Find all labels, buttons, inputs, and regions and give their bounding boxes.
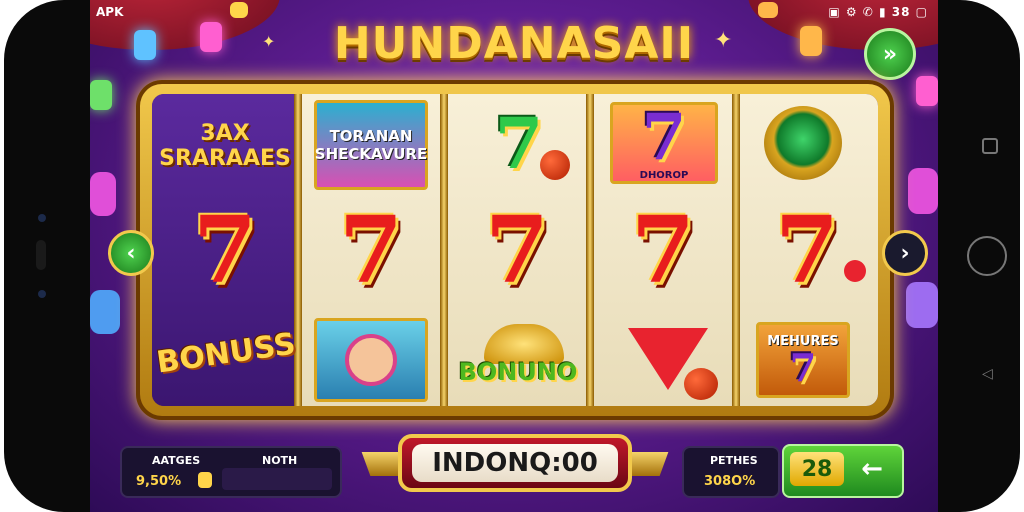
symbol-seven-tile: 7 DHOROP <box>610 102 718 184</box>
gem-decoration-icon <box>90 172 116 216</box>
spin-button[interactable]: INDONQ:00 <box>398 434 632 492</box>
game-title: HUNDANASAII <box>333 18 695 69</box>
reel-area: 3AX SRARAAES TORANAN SHECKAVURE 7 7 DHOR… <box>152 94 878 406</box>
spin-button-label: INDONQ:00 <box>412 444 618 482</box>
earpiece <box>36 240 46 270</box>
nav-back-icon[interactable]: ◁ <box>982 366 993 382</box>
panel-label: NOTH <box>262 454 298 467</box>
stats-panel-left: AATGES 9,50% NOTH <box>120 446 342 498</box>
symbol-bonus: BONUNO <box>448 352 588 392</box>
nav-home-icon[interactable] <box>967 236 1007 276</box>
symbol-label: 7 <box>192 196 257 304</box>
symbol-seven: 7 <box>162 198 288 302</box>
symbol-tile: MEHURES 7 <box>756 322 850 398</box>
symbol-seven: 7 <box>600 198 726 302</box>
bet-value-box: 28 <box>790 452 844 486</box>
lantern-icon <box>230 2 248 18</box>
panel-label: PETHES <box>710 454 758 467</box>
game-screen: APK ▣ ⚙ ✆ ▮ 38 ▢ ✦ ✦ HUNDANASAII » 3AX S… <box>90 0 938 512</box>
sensor <box>38 290 46 298</box>
panel-value: 9,50% <box>136 474 182 489</box>
character-face-icon <box>345 334 397 386</box>
symbol-label: 7 <box>484 196 549 304</box>
symbol-label: 7 <box>641 99 687 175</box>
bet-control[interactable]: 28 ← <box>782 444 904 498</box>
symbol-seven: 7 <box>454 198 580 302</box>
symbol-label: BONUNO <box>458 358 578 386</box>
panel-label: AATGES <box>152 454 201 467</box>
reel-divider <box>732 94 740 406</box>
status-icons: ▣ ⚙ ✆ ▮ 38 ▢ <box>828 5 928 19</box>
gem-icon <box>764 106 842 180</box>
nav-recents-icon[interactable] <box>982 138 998 154</box>
symbol-label: BONUSS <box>154 325 298 381</box>
lantern-icon <box>916 76 938 106</box>
symbol-label: 7 <box>774 196 839 304</box>
bet-value: 28 <box>801 456 833 482</box>
symbol-label: 7 <box>494 102 544 185</box>
gem-decoration-icon <box>906 282 938 328</box>
arrow-glyph: ← <box>861 454 883 484</box>
symbol-seven: 7 <box>308 198 434 302</box>
lantern-icon <box>90 80 112 110</box>
gem-decoration-icon <box>908 168 938 214</box>
symbol-caption: DHOROP <box>639 169 689 181</box>
prev-arrow-button[interactable]: ‹ <box>108 230 154 276</box>
symbol-seven-mini: 7 <box>789 344 817 390</box>
symbol-tile: TORANAN SHECKAVURE <box>314 100 428 190</box>
rose-icon <box>844 260 866 282</box>
tomato-icon <box>540 150 570 180</box>
symbol-label: 7 <box>630 196 695 304</box>
next-level-button[interactable]: » <box>864 28 916 80</box>
symbol-text-badge: 3AX SRARAAES <box>159 106 291 186</box>
lantern-icon <box>758 2 778 18</box>
reel-divider <box>440 94 448 406</box>
symbol-seven: 7 <box>744 198 870 302</box>
phone-device: ◁ APK ▣ ⚙ ✆ ▮ 38 ▢ ✦ ✦ HUNDANASAII » 3AX… <box>0 0 1024 512</box>
tomato-icon <box>684 368 718 400</box>
panel-value-box <box>222 468 332 490</box>
symbol-label: TORANAN SHECKAVURE <box>314 127 428 163</box>
coin-icon <box>198 472 212 488</box>
symbol-label: 7 <box>338 196 403 304</box>
front-camera <box>38 214 46 222</box>
panel-value: 308O% <box>704 474 756 489</box>
app-label: APK <box>96 5 124 19</box>
gem-decoration-icon <box>90 290 120 334</box>
symbol-label: 3AX SRARAAES <box>159 121 291 171</box>
back-arrow-icon[interactable]: ← <box>850 452 894 486</box>
symbol-character <box>314 318 428 402</box>
stats-panel-right: PETHES 308O% <box>682 446 780 498</box>
next-arrow-button[interactable]: › <box>882 230 928 276</box>
